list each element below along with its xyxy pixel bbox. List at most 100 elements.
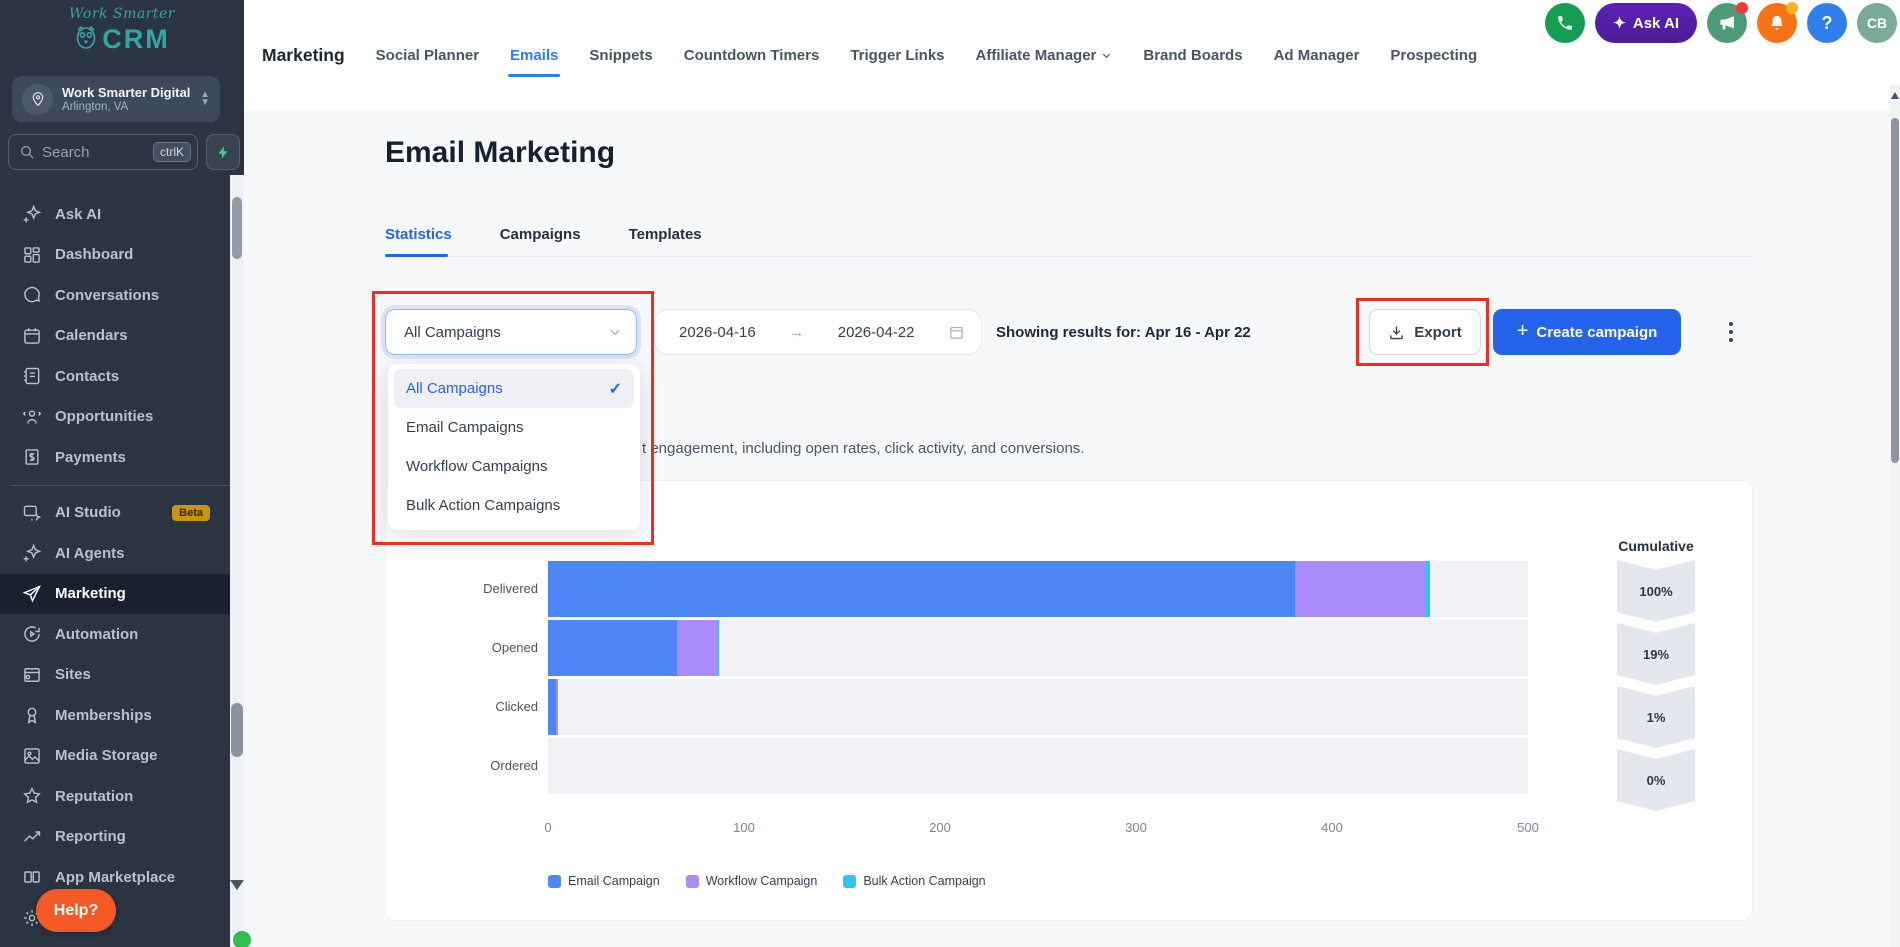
org-switcher[interactable]: Work Smarter Digital Arlington, VA ▲ ▼ bbox=[12, 76, 220, 122]
date-range-picker[interactable]: 2026-04-16 → 2026-04-22 bbox=[654, 309, 982, 355]
sidebar-item-label: Dashboard bbox=[55, 246, 134, 264]
notifications-button[interactable] bbox=[1757, 2, 1798, 43]
sidebar-item-label: Payments bbox=[55, 448, 126, 466]
search-placeholder: Search bbox=[42, 143, 90, 161]
nav-item-countdown-timers[interactable]: Countdown Timers bbox=[684, 47, 820, 64]
automation-icon bbox=[24, 626, 40, 643]
legend-item-workflow: Workflow Campaign bbox=[685, 874, 817, 888]
marketplace-icon bbox=[24, 871, 40, 883]
legend-label: Bulk Action Campaign bbox=[863, 874, 986, 888]
sidebar-scroll-down-arrow-icon[interactable] bbox=[230, 880, 244, 890]
campaign-filter-select[interactable]: All Campaigns bbox=[385, 309, 637, 355]
sidebar-item-marketing[interactable]: Marketing bbox=[0, 573, 244, 614]
chart-legend: Email Campaign Workflow Campaign Bulk Ac… bbox=[548, 874, 986, 888]
showing-results-text: Showing results for: Apr 16 - Apr 22 bbox=[996, 324, 1251, 341]
nav-item-snippets[interactable]: Snippets bbox=[589, 47, 652, 64]
x-tick: 100 bbox=[733, 820, 755, 835]
nav-item-trigger-links[interactable]: Trigger Links bbox=[850, 47, 944, 64]
nav-item-social-planner[interactable]: Social Planner bbox=[376, 47, 479, 64]
location-pin-icon bbox=[32, 92, 43, 107]
sidebar-item-sites[interactable]: Sites bbox=[0, 655, 244, 696]
sidebar-item-reporting[interactable]: Reporting bbox=[0, 817, 244, 858]
sites-icon bbox=[24, 667, 40, 682]
phone-button[interactable] bbox=[1545, 3, 1586, 43]
sidebar-item-contacts[interactable]: Contacts bbox=[0, 356, 244, 397]
legend-label: Email Campaign bbox=[568, 874, 660, 888]
sidebar-item-opportunities[interactable]: Opportunities bbox=[0, 397, 244, 438]
x-tick: 300 bbox=[1125, 820, 1147, 835]
brand-line1: Work Smarter bbox=[68, 6, 175, 22]
tab-statistics[interactable]: Statistics bbox=[385, 226, 452, 243]
sidebar-item-reputation[interactable]: Reputation bbox=[0, 776, 244, 817]
nav-item-affiliate-manager[interactable]: Affiliate Manager bbox=[976, 47, 1113, 64]
tab-templates[interactable]: Templates bbox=[629, 226, 702, 243]
phone-icon bbox=[1558, 16, 1573, 30]
notification-dot bbox=[1736, 2, 1748, 14]
org-switcher-chevrons-icon: ▲ ▼ bbox=[200, 89, 210, 108]
x-tick: 200 bbox=[929, 820, 951, 835]
cumulative-label: Cumulative bbox=[1618, 538, 1694, 554]
x-tick: 500 bbox=[1517, 820, 1539, 835]
sidebar: Work Smarter CRM Work Smarter Digital Ar… bbox=[0, 0, 244, 947]
quick-actions-button[interactable] bbox=[206, 134, 240, 170]
create-campaign-button[interactable]: + Create campaign bbox=[1493, 309, 1681, 355]
sidebar-item-ai-agents[interactable]: AI Agents bbox=[0, 533, 244, 574]
ask-ai-button[interactable]: ✦ Ask AI bbox=[1595, 3, 1697, 43]
sidebar-scrollbar-thumb[interactable] bbox=[232, 197, 242, 259]
nav-item-label: Affiliate Manager bbox=[975, 46, 1097, 64]
option-all-campaigns[interactable]: All Campaigns ✓ bbox=[394, 369, 634, 408]
main-scrollbar-thumb[interactable] bbox=[1891, 118, 1899, 463]
nav-section-title[interactable]: Marketing bbox=[262, 45, 345, 66]
tab-campaigns[interactable]: Campaigns bbox=[500, 226, 581, 243]
sidebar-item-ask-ai[interactable]: Ask AI bbox=[0, 194, 244, 235]
sidebar-item-label: Calendars bbox=[55, 327, 128, 345]
sidebar-item-label: Marketing bbox=[55, 585, 126, 603]
trend-chart-icon bbox=[23, 831, 41, 842]
brand-logo: Work Smarter CRM bbox=[0, 6, 244, 55]
sidebar-item-conversations[interactable]: Conversations bbox=[0, 275, 244, 316]
nav-item-ad-manager[interactable]: Ad Manager bbox=[1274, 47, 1360, 64]
sidebar-item-ai-studio[interactable]: AI Studio Beta bbox=[0, 493, 244, 534]
x-tick: 0 bbox=[544, 820, 552, 835]
beta-badge: Beta bbox=[172, 504, 210, 521]
sidebar-scrollbar-track[interactable] bbox=[230, 175, 244, 947]
sidebar-item-media-storage[interactable]: Media Storage bbox=[0, 736, 244, 777]
chart-row-ordered: Ordered bbox=[420, 738, 1528, 794]
ai-studio-icon bbox=[23, 505, 42, 521]
export-button[interactable]: Export bbox=[1369, 309, 1481, 355]
sidebar-item-memberships[interactable]: Memberships bbox=[0, 695, 244, 736]
bar-track bbox=[548, 561, 1528, 617]
option-bulk-action-campaigns[interactable]: Bulk Action Campaigns bbox=[394, 486, 634, 525]
avatar[interactable]: CB bbox=[1857, 3, 1897, 43]
main-scrollbar-up-arrow-icon[interactable] bbox=[1891, 92, 1899, 99]
search-input[interactable]: Search ctrlK bbox=[8, 134, 198, 170]
legend-swatch bbox=[548, 874, 561, 888]
org-location: Arlington, VA bbox=[62, 101, 129, 113]
create-campaign-label: Create campaign bbox=[1536, 323, 1658, 341]
sidebar-scrollbar-thumb-lower[interactable] bbox=[231, 703, 243, 757]
nav-item-brand-boards[interactable]: Brand Boards bbox=[1143, 47, 1242, 64]
nav-item-emails[interactable]: Emails bbox=[508, 47, 561, 77]
sidebar-item-calendars[interactable]: Calendars bbox=[0, 316, 244, 357]
help-center-button[interactable]: ? bbox=[1807, 3, 1847, 43]
nav-item-prospecting[interactable]: Prospecting bbox=[1390, 47, 1477, 64]
sidebar-item-label: AI Agents bbox=[55, 544, 125, 562]
sidebar-item-payments[interactable]: Payments bbox=[0, 437, 244, 478]
help-button[interactable]: Help? bbox=[36, 889, 116, 932]
active-tab-underline bbox=[385, 254, 448, 257]
category-label: Delivered bbox=[483, 581, 538, 596]
bar-track bbox=[548, 620, 1528, 676]
campaign-filter-value: All Campaigns bbox=[404, 323, 501, 341]
more-options-button[interactable] bbox=[1722, 316, 1740, 348]
option-workflow-campaigns[interactable]: Workflow Campaigns bbox=[394, 447, 634, 486]
sidebar-item-automation[interactable]: Automation bbox=[0, 614, 244, 655]
sidebar-item-app-marketplace[interactable]: App Marketplace bbox=[0, 857, 244, 898]
bar-segment-workflow bbox=[677, 620, 717, 676]
announcements-button[interactable] bbox=[1707, 2, 1748, 43]
sidebar-item-dashboard[interactable]: Dashboard bbox=[0, 235, 244, 276]
status-green-dot bbox=[233, 931, 251, 947]
option-email-campaigns[interactable]: Email Campaigns bbox=[394, 408, 634, 447]
legend-item-email: Email Campaign bbox=[548, 874, 660, 888]
bar-segment-bulk bbox=[716, 620, 719, 676]
contacts-book-icon bbox=[24, 368, 40, 385]
